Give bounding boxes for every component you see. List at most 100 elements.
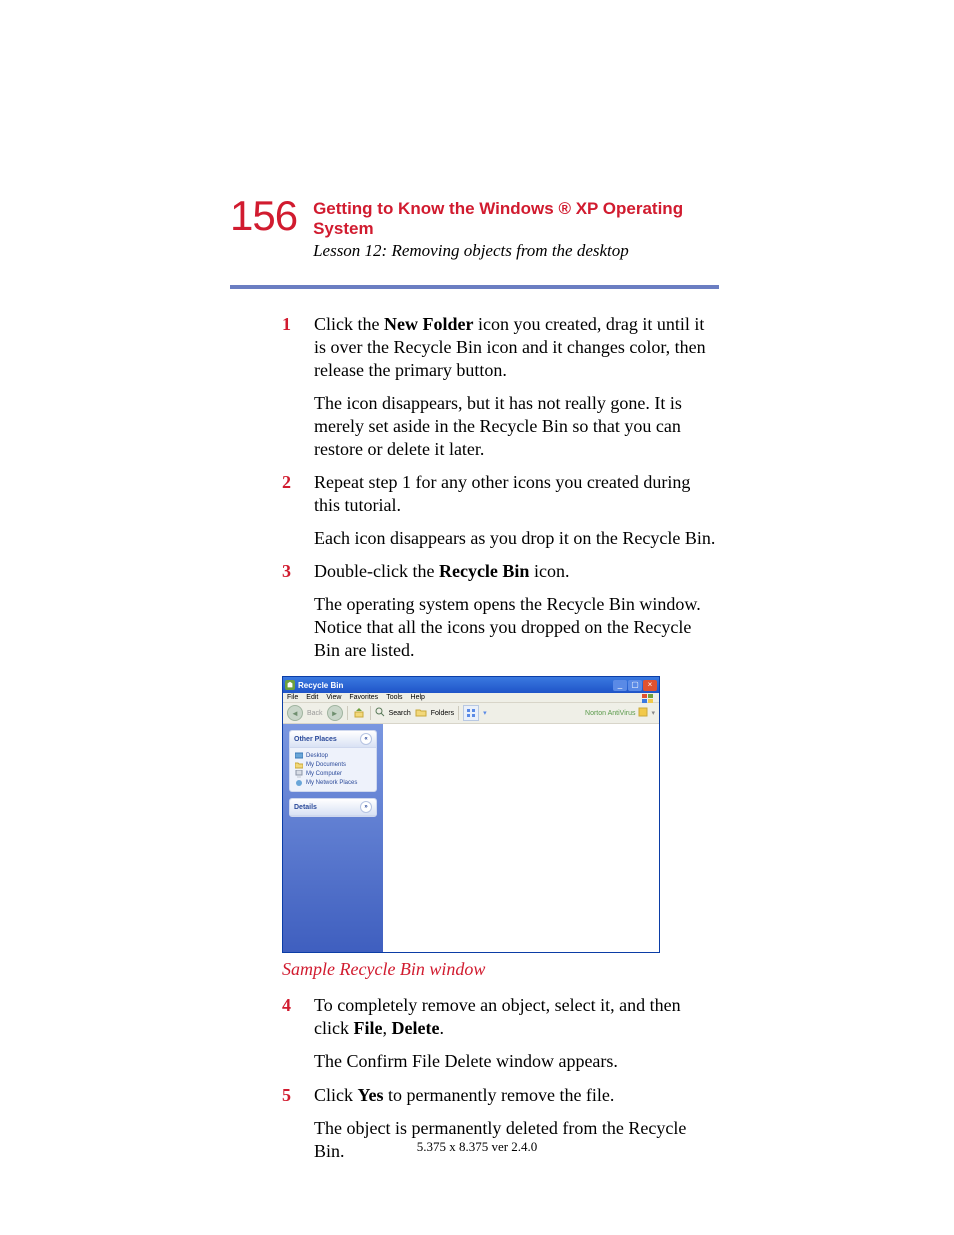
folders-label[interactable]: Folders	[431, 710, 454, 717]
chapter-title: Getting to Know the Windows ® XP Operati…	[313, 199, 719, 239]
step-text: Click Yes to permanently remove the file…	[314, 1084, 719, 1107]
folders-icon[interactable]	[415, 707, 427, 719]
window-controls: _ ▢ ×	[613, 680, 657, 691]
toolbar-separator	[458, 706, 459, 720]
window-title: Recycle Bin	[298, 681, 613, 690]
menu-view[interactable]: View	[326, 694, 341, 701]
back-label: Back	[307, 710, 323, 717]
xp-toolbar: ◄ Back ► Search Folders ▾ Norton AntiV	[283, 703, 659, 724]
back-button[interactable]: ◄	[287, 705, 303, 721]
bold-text: New Folder	[384, 314, 473, 334]
forward-button[interactable]: ►	[327, 705, 343, 721]
sidebar-link-desktop[interactable]: Desktop	[295, 752, 371, 760]
panel-title: Other Places	[294, 736, 337, 743]
step-text: The operating system opens the Recycle B…	[314, 593, 719, 662]
lesson-title: Lesson 12: Removing objects from the des…	[313, 241, 719, 261]
step-body: Repeat step 1 for any other icons you cr…	[314, 471, 719, 550]
expand-icon[interactable]: »	[360, 801, 372, 813]
page-footer: 5.375 x 8.375 ver 2.4.0	[0, 1139, 954, 1155]
step-text: Double-click the Recycle Bin icon.	[314, 560, 719, 583]
views-button[interactable]	[463, 705, 479, 721]
sidebar-link-mydocuments[interactable]: My Documents	[295, 761, 371, 769]
step-text: To completely remove an object, select i…	[314, 994, 719, 1040]
step-body: To completely remove an object, select i…	[314, 994, 719, 1073]
page-header: 156 Getting to Know the Windows ® XP Ope…	[230, 195, 719, 261]
step-number: 3	[282, 560, 314, 662]
chevron-down-icon: ▾	[651, 709, 655, 717]
search-label[interactable]: Search	[389, 710, 411, 717]
xp-menubar: File Edit View Favorites Tools Help	[283, 693, 659, 703]
close-button[interactable]: ×	[643, 680, 657, 691]
menu-file[interactable]: File	[287, 694, 298, 701]
details-panel: Details »	[289, 798, 377, 817]
windows-logo-icon	[641, 693, 655, 705]
page-number: 156	[230, 195, 297, 237]
header-text: Getting to Know the Windows ® XP Operati…	[313, 199, 719, 261]
text: icon.	[529, 561, 569, 581]
toolbar-separator	[370, 706, 371, 720]
link-label: My Computer	[306, 771, 342, 777]
chevron-down-icon[interactable]: ▾	[483, 709, 487, 717]
toolbar-separator	[347, 706, 348, 720]
step-body: Double-click the Recycle Bin icon. The o…	[314, 560, 719, 662]
up-button[interactable]	[352, 706, 366, 720]
step-1: 1 Click the New Folder icon you created,…	[282, 313, 719, 461]
norton-label: Norton AntiVirus	[585, 710, 635, 717]
sidebar-link-mynetwork[interactable]: My Network Places	[295, 779, 371, 787]
text: Click	[314, 1085, 358, 1105]
figure-caption: Sample Recycle Bin window	[282, 959, 954, 980]
xp-sidebar: Other Places « Desktop My Documents My C…	[283, 724, 383, 952]
xp-titlebar: Recycle Bin _ ▢ ×	[283, 677, 659, 693]
desktop-icon	[295, 752, 303, 760]
link-label: My Documents	[306, 762, 346, 768]
text: Click the	[314, 314, 384, 334]
bold-text: Delete	[391, 1018, 439, 1038]
step-4: 4 To completely remove an object, select…	[282, 994, 719, 1073]
step-number: 4	[282, 994, 314, 1073]
step-text: Click the New Folder icon you created, d…	[314, 313, 719, 382]
menu-help[interactable]: Help	[411, 694, 425, 701]
embedded-screenshot: Recycle Bin _ ▢ × File Edit View Favorit…	[282, 676, 719, 953]
norton-icon	[638, 707, 648, 719]
text: .	[439, 1018, 444, 1038]
search-icon[interactable]	[375, 707, 385, 719]
bold-text: Yes	[358, 1085, 384, 1105]
xp-content-area	[383, 724, 659, 952]
norton-plugin[interactable]: Norton AntiVirus ▾	[585, 707, 655, 719]
collapse-icon[interactable]: «	[360, 733, 372, 745]
menu-favorites[interactable]: Favorites	[349, 694, 378, 701]
manual-page: 156 Getting to Know the Windows ® XP Ope…	[0, 0, 954, 1235]
panel-header[interactable]: Other Places «	[290, 731, 376, 748]
steps-list-continued: 4 To completely remove an object, select…	[282, 994, 719, 1162]
step-text: The Confirm File Delete window appears.	[314, 1050, 719, 1073]
step-number: 1	[282, 313, 314, 461]
steps-list: 1 Click the New Folder icon you created,…	[282, 313, 719, 662]
bold-text: Recycle Bin	[439, 561, 529, 581]
sidebar-link-mycomputer[interactable]: My Computer	[295, 770, 371, 778]
text: to permanently remove the file.	[384, 1085, 615, 1105]
computer-icon	[295, 770, 303, 778]
maximize-button[interactable]: ▢	[628, 680, 642, 691]
step-body: Click the New Folder icon you created, d…	[314, 313, 719, 461]
step-text: The icon disappears, but it has not real…	[314, 392, 719, 461]
link-label: My Network Places	[306, 780, 357, 786]
panel-body: Desktop My Documents My Computer My Netw…	[290, 748, 376, 791]
menu-edit[interactable]: Edit	[306, 694, 318, 701]
panel-header[interactable]: Details »	[290, 799, 376, 816]
step-text: Repeat step 1 for any other icons you cr…	[314, 471, 719, 517]
xp-window: Recycle Bin _ ▢ × File Edit View Favorit…	[282, 676, 660, 953]
text: Double-click the	[314, 561, 439, 581]
panel-title: Details	[294, 804, 317, 811]
xp-body: Other Places « Desktop My Documents My C…	[283, 724, 659, 952]
recycle-bin-icon	[285, 680, 295, 690]
step-text: Each icon disappears as you drop it on t…	[314, 527, 719, 550]
menu-tools[interactable]: Tools	[386, 694, 402, 701]
step-number: 2	[282, 471, 314, 550]
header-rule	[230, 285, 719, 289]
link-label: Desktop	[306, 753, 328, 759]
network-icon	[295, 779, 303, 787]
step-2: 2 Repeat step 1 for any other icons you …	[282, 471, 719, 550]
step-3: 3 Double-click the Recycle Bin icon. The…	[282, 560, 719, 662]
minimize-button[interactable]: _	[613, 680, 627, 691]
other-places-panel: Other Places « Desktop My Documents My C…	[289, 730, 377, 792]
